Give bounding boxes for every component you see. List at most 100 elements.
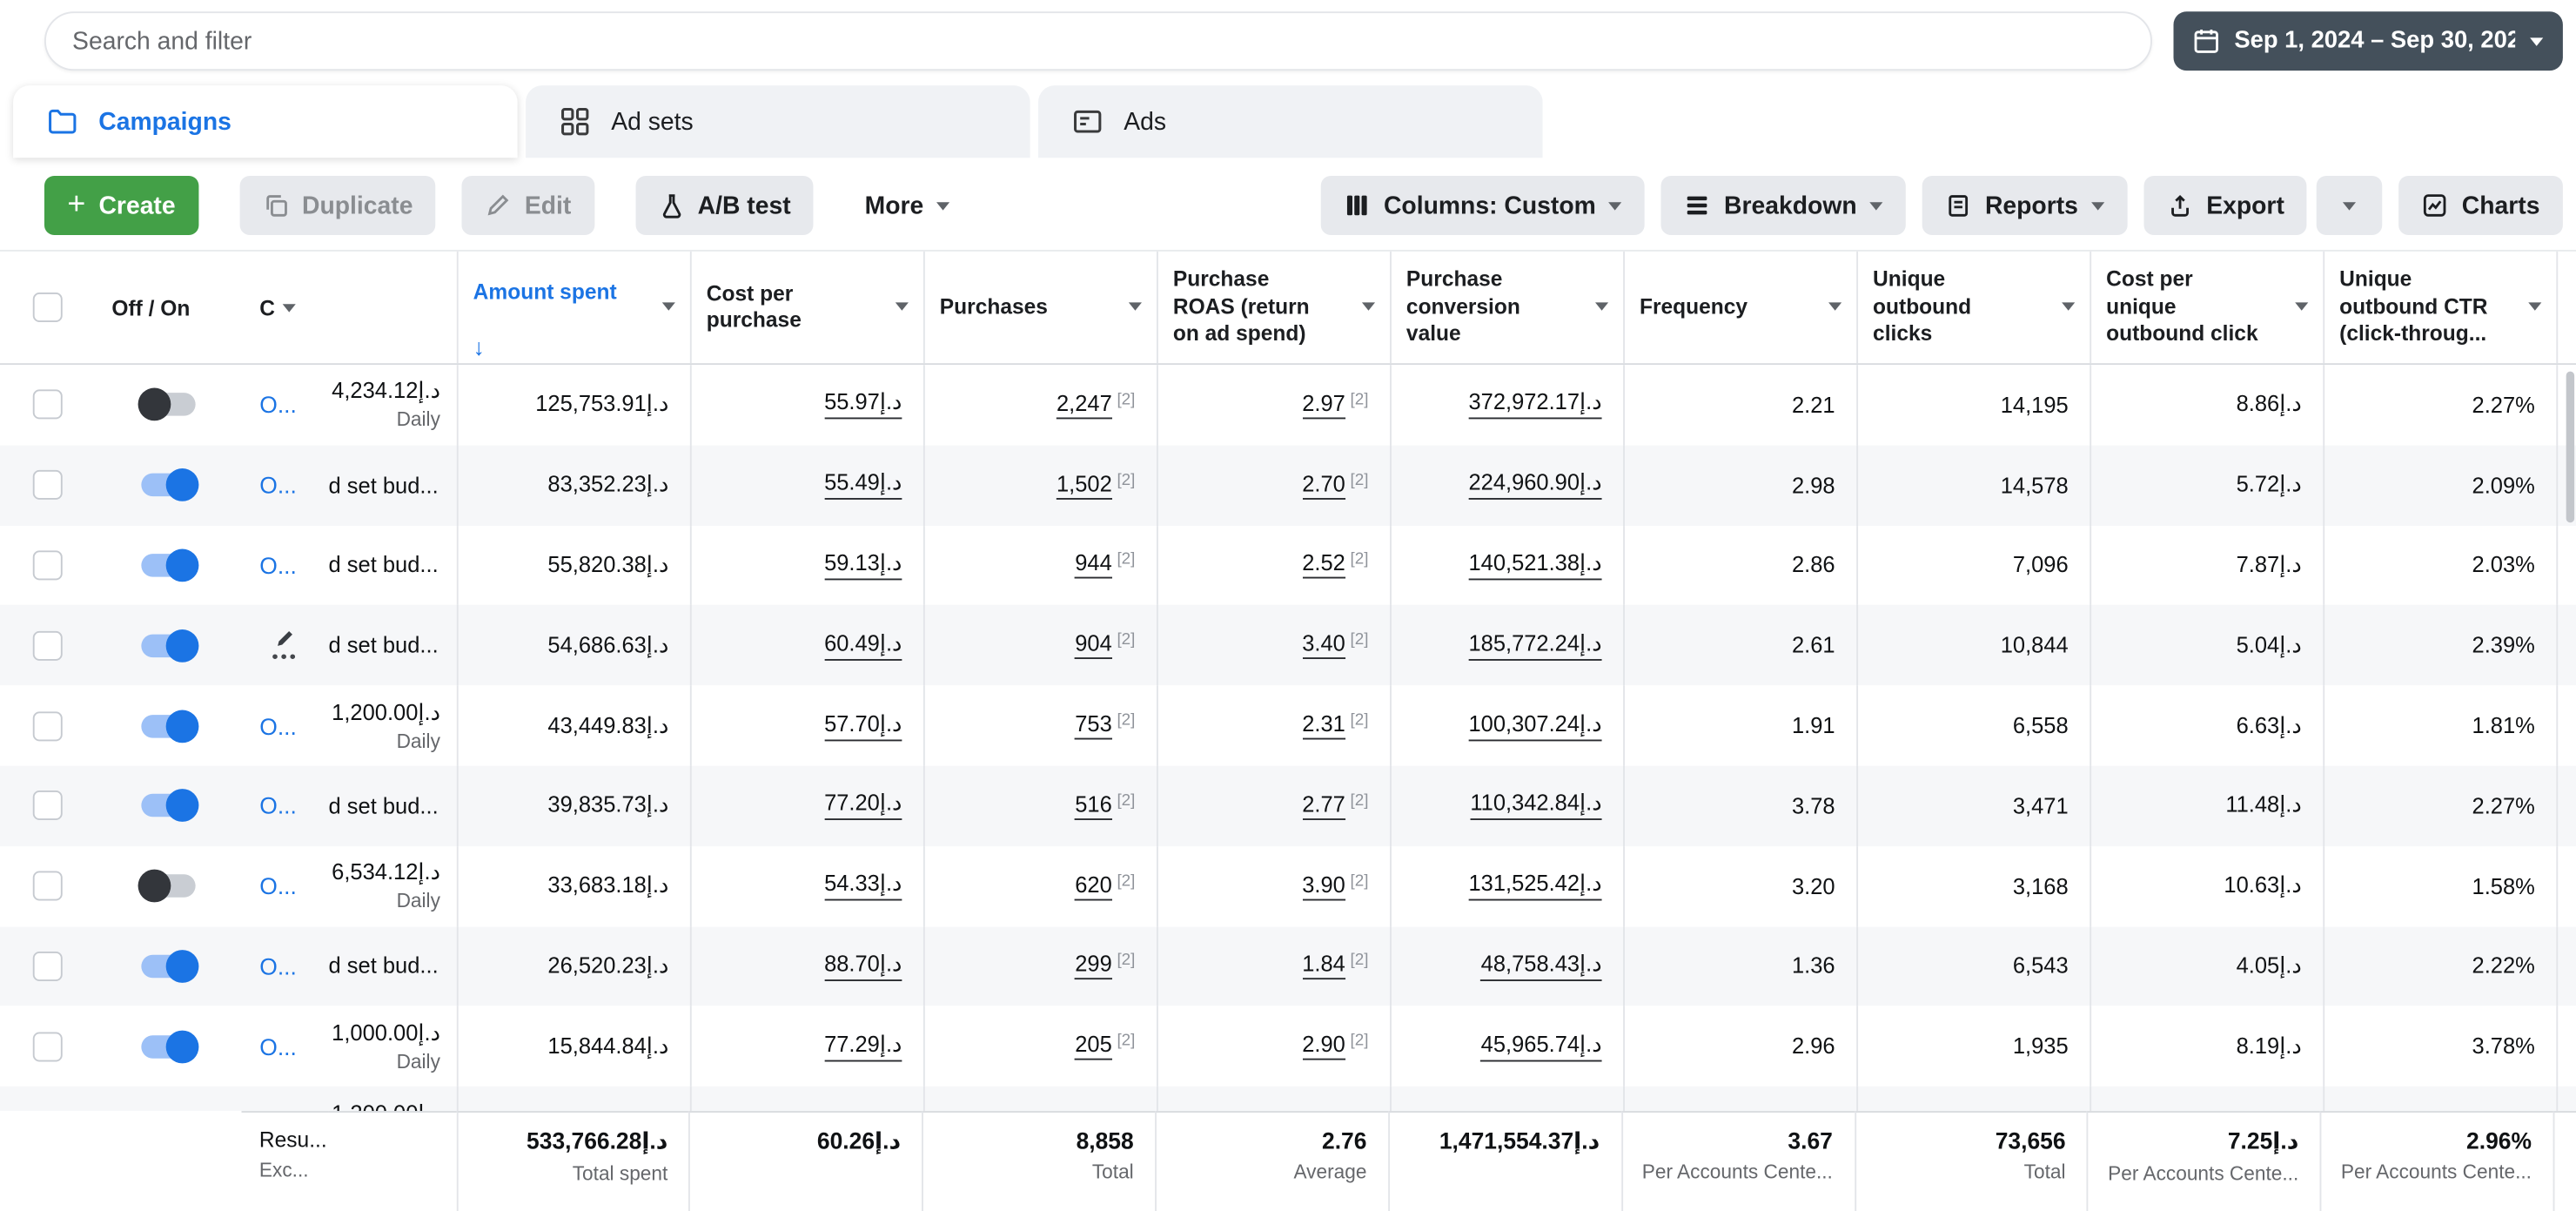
metric-link[interactable]: 45,965.74د.إ [1481, 1032, 1602, 1061]
campaign-name-link[interactable]: O... [259, 1033, 297, 1060]
table-row[interactable]: O... ••• d set bud... 26,520.23د.إ 88.70… [0, 926, 2576, 1006]
metric-link[interactable]: 77.20د.إ [824, 791, 902, 821]
date-range-picker[interactable]: Sep 1, 2024 – Sep 30, 2024 [2174, 11, 2563, 71]
metric-link[interactable]: 110,342.84د.إ [1470, 791, 1601, 821]
metric-link[interactable]: 224,960.90د.إ [1468, 470, 1601, 500]
table-row[interactable]: O... ••• 4,234.12د.إ Daily 125,753.91د.إ… [0, 365, 2576, 445]
metric-link[interactable]: 100,307.24د.إ [1468, 711, 1601, 741]
campaign-toggle[interactable] [141, 875, 195, 898]
select-all-checkbox[interactable] [32, 293, 62, 322]
tab-ads[interactable]: Ads [1038, 85, 1543, 158]
metric-link[interactable]: 2.70 [1302, 471, 1345, 499]
metric-link[interactable]: 753 [1075, 712, 1112, 740]
campaign-toggle[interactable] [141, 1035, 195, 1058]
header-cost-per-unique-outbound-click[interactable]: Cost per unique outbound click [2090, 252, 2323, 363]
metric-link[interactable]: 372,972.17د.إ [1468, 390, 1601, 420]
row-hover-actions[interactable]: ••• [272, 628, 298, 664]
metric-link[interactable]: 88.70د.إ [824, 952, 902, 981]
metric-link[interactable]: 60.49د.إ [824, 630, 902, 660]
campaign-name-link[interactable]: O... [259, 873, 297, 899]
more-options-icon[interactable]: ••• [272, 650, 298, 663]
row-checkbox[interactable] [32, 390, 62, 420]
metric-link[interactable]: 944 [1075, 551, 1112, 579]
table-row[interactable]: O... ••• d set bud... 55,820.38د.إ 59.13… [0, 525, 2576, 605]
breakdown-button[interactable]: Breakdown [1661, 176, 1906, 235]
campaign-name-link[interactable]: O... [259, 472, 297, 498]
header-purchases[interactable]: Purchases [923, 252, 1157, 363]
table-row[interactable]: O... ••• 1,200.00د.إ Daily 14,590.85د.إ … [0, 1087, 2576, 1111]
metric-link[interactable]: 48,758.43د.إ [1481, 952, 1602, 981]
row-checkbox[interactable] [32, 630, 62, 660]
campaign-name-link[interactable]: O... [259, 712, 297, 738]
metric-link[interactable]: 140,521.38د.إ [1468, 550, 1601, 580]
reports-button[interactable]: Reports [1922, 176, 2127, 235]
search-filter-bar[interactable] [44, 11, 2152, 71]
row-checkbox[interactable] [32, 791, 62, 821]
header-purchase-conversion-value[interactable]: Purchase conversion value [1390, 252, 1623, 363]
metric-link[interactable]: 2.31 [1302, 712, 1345, 740]
header-cost-per-purchase[interactable]: Cost per purchase [690, 252, 923, 363]
table-row[interactable]: O... ••• d set bud... 39,835.73د.إ 77.20… [0, 766, 2576, 846]
edit-button[interactable]: Edit [462, 176, 594, 235]
table-row[interactable]: O... ••• d set bud... 83,352.23د.إ 55.49… [0, 445, 2576, 525]
campaign-name-link[interactable]: O... [259, 793, 297, 819]
metric-link[interactable]: 1,502 [1057, 471, 1112, 499]
metric-link[interactable]: 299 [1075, 952, 1112, 980]
metric-link[interactable]: 620 [1075, 872, 1112, 900]
campaign-name-link[interactable]: O... [259, 392, 297, 418]
header-campaign[interactable]: C [242, 252, 329, 363]
edit-pencil-icon[interactable] [274, 628, 296, 649]
header-unique-outbound-clicks[interactable]: Unique outbound clicks [1856, 252, 2090, 363]
metric-link[interactable]: 3.40 [1302, 631, 1345, 659]
metric-link[interactable]: 131,525.42د.إ [1468, 871, 1601, 901]
header-amount-spent[interactable]: Amount spent ↓ [457, 252, 690, 363]
row-checkbox[interactable] [32, 871, 62, 901]
campaign-toggle[interactable] [141, 634, 195, 656]
row-checkbox[interactable] [32, 1032, 62, 1061]
campaign-toggle[interactable] [141, 474, 195, 496]
campaign-name-link[interactable]: O... [259, 953, 297, 979]
metric-link[interactable]: 59.13د.إ [824, 550, 902, 580]
metric-link[interactable]: 2.90 [1302, 1033, 1345, 1060]
metric-link[interactable]: 185,772.24د.إ [1468, 630, 1601, 660]
header-frequency[interactable]: Frequency [1623, 252, 1856, 363]
metric-link[interactable]: 2.97 [1302, 391, 1345, 419]
campaign-toggle[interactable] [141, 955, 195, 978]
table-row[interactable]: O... ••• 1,200.00د.إ Daily 43,449.83د.إ … [0, 686, 2576, 766]
metric-link[interactable]: 55.97د.إ [824, 390, 902, 420]
search-input[interactable] [72, 27, 2124, 55]
metric-link[interactable]: 55.49د.إ [824, 470, 902, 500]
campaign-toggle[interactable] [141, 554, 195, 576]
create-button[interactable]: + Create [44, 176, 198, 235]
metric-link[interactable]: 54.33د.إ [824, 871, 902, 901]
ab-test-button[interactable]: A/B test [635, 176, 814, 235]
columns-button[interactable]: Columns: Custom [1321, 176, 1645, 235]
metric-link[interactable]: 205 [1075, 1033, 1112, 1060]
table-row[interactable]: O... ••• 6,534.12د.إ Daily 33,683.18د.إ … [0, 846, 2576, 926]
metric-link[interactable]: 2.52 [1302, 551, 1345, 579]
row-checkbox[interactable] [32, 550, 62, 580]
campaign-toggle[interactable] [141, 394, 195, 416]
table-row[interactable]: O... ••• d set bud... 54,686.63د.إ 60.49… [0, 605, 2576, 685]
export-button[interactable]: Export [2143, 176, 2307, 235]
metric-link[interactable]: 57.70د.إ [824, 711, 902, 741]
metric-link[interactable]: 3.90 [1302, 872, 1345, 900]
tab-ad-sets[interactable]: Ad sets [526, 85, 1030, 158]
row-checkbox[interactable] [32, 470, 62, 500]
more-button[interactable]: More [842, 176, 973, 235]
header-unique-outbound-ctr[interactable]: Unique outbound CTR (click-throug... [2323, 252, 2556, 363]
row-checkbox[interactable] [32, 711, 62, 741]
campaign-toggle[interactable] [141, 794, 195, 817]
metric-link[interactable]: 2.77 [1302, 792, 1345, 820]
campaign-toggle[interactable] [141, 714, 195, 737]
campaign-name-link[interactable]: O... [259, 552, 297, 578]
metric-link[interactable]: 904 [1075, 631, 1112, 659]
table-row[interactable]: O... ••• 1,000.00د.إ Daily 15,844.84د.إ … [0, 1006, 2576, 1087]
tab-campaigns[interactable]: Campaigns [13, 85, 518, 158]
metric-link[interactable]: 1.84 [1302, 952, 1345, 980]
header-purchase-roas[interactable]: Purchase ROAS (return on ad spend) [1157, 252, 1390, 363]
row-checkbox[interactable] [32, 952, 62, 981]
vertical-scrollbar[interactable] [2566, 372, 2574, 523]
metric-link[interactable]: 516 [1075, 792, 1112, 820]
metric-link[interactable]: 2,247 [1057, 391, 1112, 419]
